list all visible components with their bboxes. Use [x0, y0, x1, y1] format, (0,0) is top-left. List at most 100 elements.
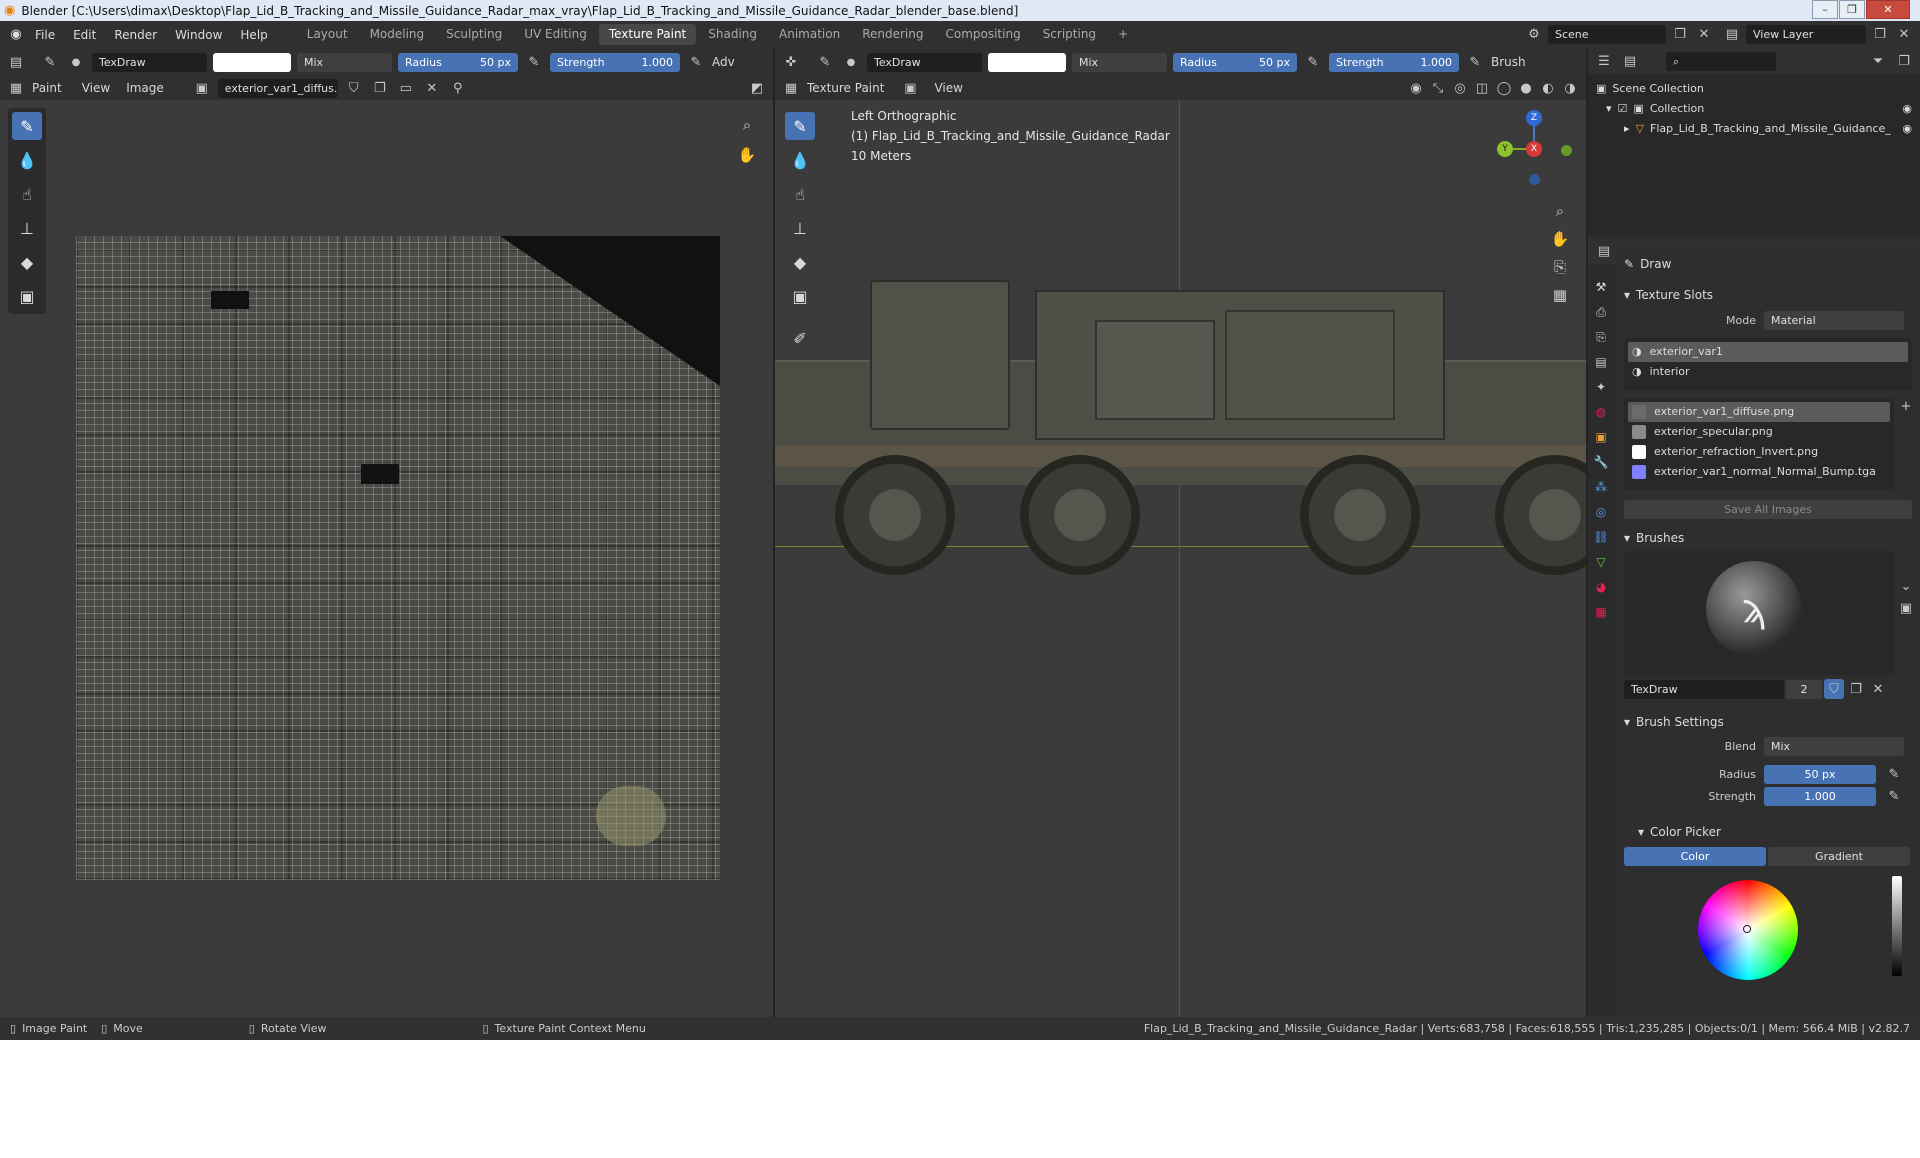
ortho-toggle-icon[interactable]: ▦ [1547, 282, 1573, 308]
tab-scripting[interactable]: Scripting [1033, 24, 1106, 45]
minimize-button[interactable]: – [1812, 0, 1838, 19]
tab-rendering[interactable]: Rendering [852, 24, 933, 45]
menu-help[interactable]: Help [231, 28, 276, 42]
material-tab-icon[interactable]: ◕ [1590, 576, 1612, 598]
vp-pan-hand-icon[interactable]: ✋ [1547, 226, 1573, 252]
checkbox-icon[interactable]: ☑ [1618, 102, 1628, 115]
viewport-brush-preview-icon[interactable]: ● [841, 52, 861, 72]
outliner-search-input[interactable]: ⌕ [1666, 51, 1776, 71]
menu-render[interactable]: Render [105, 28, 166, 42]
value-slider[interactable] [1892, 876, 1902, 976]
texture-tab-icon[interactable]: ▦ [1590, 601, 1612, 623]
tab-compositing[interactable]: Compositing [935, 24, 1030, 45]
editor-type-icon[interactable]: ▤ [6, 52, 26, 72]
brush-user-count[interactable]: 2 [1786, 679, 1822, 699]
viewport-brush-menu[interactable]: Brush [1491, 55, 1526, 69]
unlink-brush-icon[interactable]: ✕ [1868, 679, 1888, 699]
navigation-gizmo[interactable]: Z Y X [1495, 108, 1575, 188]
tab-layout[interactable]: Layout [297, 24, 358, 45]
modifier-tab-icon[interactable]: 🔧 [1590, 451, 1612, 473]
brush-dropdown-arrow-icon[interactable]: ⌄ [1896, 576, 1916, 596]
filter-icon[interactable]: ⏷ [1868, 51, 1888, 71]
rendered-shading-icon[interactable]: ◑ [1560, 78, 1580, 98]
remove-view-layer-icon[interactable]: ✕ [1894, 24, 1914, 44]
outliner-scene-collection[interactable]: ▣ Scene Collection [1596, 78, 1912, 98]
viewport-strength-slider[interactable]: Strength 1.000 [1329, 52, 1459, 72]
vp-fill-tool-icon[interactable]: ◆ [785, 248, 815, 276]
new-scene-icon[interactable]: ❐ [1670, 24, 1690, 44]
tab-modeling[interactable]: Modeling [360, 24, 435, 45]
data-tab-icon[interactable]: ▽ [1590, 551, 1612, 573]
strength-slider[interactable]: Strength 1.000 [550, 52, 680, 72]
vp-zoom-icon[interactable]: ⌕ [1547, 198, 1573, 224]
outliner-type-icon[interactable]: ☰ [1594, 51, 1614, 71]
texture-paint-mode-dropdown[interactable]: Texture Paint [807, 81, 884, 95]
maximize-button[interactable]: ❐ [1839, 0, 1865, 19]
strength-pressure-icon[interactable]: ✎ [686, 52, 706, 72]
new-collection-icon[interactable]: ❐ [1894, 51, 1914, 71]
brush-radius-slider[interactable]: 50 px [1764, 764, 1876, 784]
display-channels-icon[interactable]: ◩ [747, 78, 767, 98]
render-tab-icon[interactable]: ⎙ [1590, 301, 1612, 323]
vp-draw-tool-icon[interactable]: ✎ [785, 112, 815, 140]
image-slot-item[interactable]: exterior_var1_normal_Normal_Bump.tga [1628, 462, 1890, 482]
add-workspace-button[interactable]: + [1108, 24, 1138, 45]
gizmo-x-axis[interactable]: X [1526, 141, 1542, 157]
view-layer-tab-icon[interactable]: ▤ [1590, 351, 1612, 373]
viewport-editor-type-icon[interactable]: ✜ [781, 52, 801, 72]
viewport-radius-pressure-icon[interactable]: ✎ [1303, 52, 1323, 72]
tool-tab-icon[interactable]: ⚒ [1590, 276, 1612, 298]
scene-icon[interactable]: ⚙ [1524, 24, 1544, 44]
duplicate-brush-icon[interactable]: ❐ [1846, 679, 1866, 699]
visibility-icon[interactable]: ◉ [1406, 78, 1426, 98]
open-image-icon[interactable]: ▭ [396, 78, 416, 98]
soften-tool-icon[interactable]: 💧 [12, 146, 42, 174]
brush-preview-icon[interactable]: ● [66, 52, 86, 72]
viewport-strength-pressure-icon[interactable]: ✎ [1465, 52, 1485, 72]
radius-slider[interactable]: Radius 50 px [398, 52, 518, 72]
fake-user-icon[interactable]: ⛉ [344, 78, 364, 98]
mask-tool-icon[interactable]: ▣ [12, 282, 42, 310]
scene-selector[interactable]: Scene [1548, 24, 1666, 44]
world-tab-icon[interactable]: ◍ [1590, 401, 1612, 423]
advanced-menu[interactable]: Adv [712, 55, 735, 69]
eye-icon[interactable]: ◉ [1902, 122, 1912, 135]
display-mode-icon[interactable]: ▤ [1620, 51, 1640, 71]
tab-gradient[interactable]: Gradient [1768, 847, 1910, 866]
gizmo-icon[interactable]: ⤡ [1428, 78, 1448, 98]
output-tab-icon[interactable]: ⎘ [1590, 326, 1612, 348]
image-editor-view-menu[interactable]: View [82, 81, 110, 95]
mode-dropdown[interactable]: Material [1764, 310, 1904, 330]
brush-blend-dropdown[interactable]: Mix [1764, 736, 1904, 756]
viewport-brush-name-field[interactable]: TexDraw [867, 52, 982, 72]
blender-menu-icon[interactable]: ◉ [6, 25, 26, 45]
object-tab-icon[interactable]: ▣ [1590, 426, 1612, 448]
strength-pressure-toggle-icon[interactable]: ✎ [1884, 786, 1904, 806]
tab-uv-editing[interactable]: UV Editing [514, 24, 597, 45]
image-slot-item[interactable]: exterior_specular.png [1628, 422, 1890, 442]
vp-clone-tool-icon[interactable]: ⊥ [785, 214, 815, 242]
smear-tool-icon[interactable]: ☝ [12, 180, 42, 208]
tab-color[interactable]: Color [1624, 847, 1766, 866]
blend-dropdown[interactable]: Mix [297, 52, 392, 72]
scene-tab-icon[interactable]: ✦ [1590, 376, 1612, 398]
camera-view-icon[interactable]: ⎘ [1547, 254, 1573, 280]
paint-mode-dropdown[interactable]: Paint [32, 81, 62, 95]
menu-window[interactable]: Window [166, 28, 231, 42]
color-picker-panel-header[interactable]: ▾ Color Picker [1616, 819, 1920, 845]
constraints-tab-icon[interactable]: ⛓ [1590, 526, 1612, 548]
brush-preview-box[interactable]: ϡ [1624, 551, 1894, 675]
outliner-collection[interactable]: ▾ ☑ ▣ Collection ◉ [1596, 98, 1912, 118]
brushes-panel-header[interactable]: ▾ Brushes [1616, 525, 1920, 551]
tab-animation[interactable]: Animation [769, 24, 850, 45]
gizmo-neg-y[interactable] [1561, 145, 1572, 156]
brush-settings-panel-header[interactable]: ▾ Brush Settings [1616, 709, 1920, 735]
remove-scene-icon[interactable]: ✕ [1694, 24, 1714, 44]
zoom-icon[interactable]: ⌕ [734, 112, 760, 138]
texture-slots-panel-header[interactable]: ▾ Texture Slots [1616, 282, 1920, 308]
color-wheel-cursor[interactable] [1743, 925, 1751, 933]
brush-datablock-name[interactable]: TexDraw [1624, 679, 1784, 699]
gizmo-neg-z[interactable] [1529, 174, 1540, 185]
radius-pressure-toggle-icon[interactable]: ✎ [1884, 764, 1904, 784]
expand-arrow-icon[interactable]: ▸ [1624, 122, 1630, 135]
